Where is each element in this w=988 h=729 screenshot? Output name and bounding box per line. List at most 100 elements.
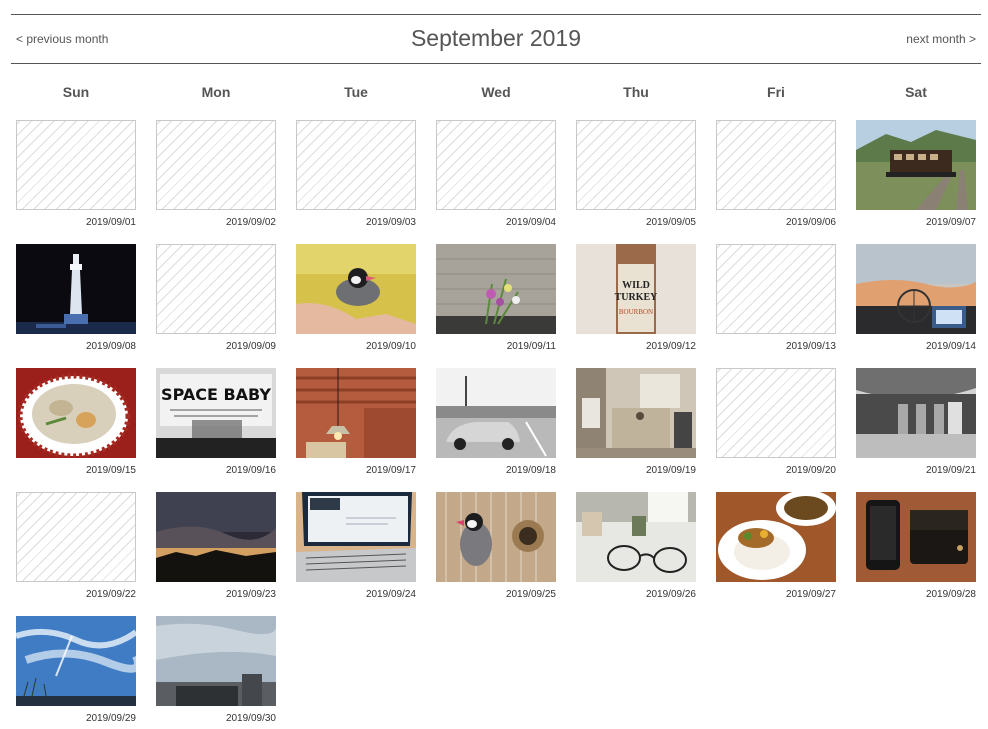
empty-photo-placeholder [716, 244, 836, 334]
empty-photo-placeholder [16, 120, 136, 210]
day-cell: 2019/09/01 [16, 120, 136, 235]
photo-thumbnail[interactable]: WILD TURKEY BOURBON [576, 244, 696, 334]
day-cell: 2019/09/25 [436, 492, 556, 607]
photo-thumbnail[interactable] [296, 368, 416, 458]
empty-photo-placeholder [156, 120, 276, 210]
calendar-header: < previous month September 2019 next mon… [11, 14, 981, 64]
photo-thumbnail[interactable] [856, 492, 976, 582]
day-date-label: 2019/09/30 [225, 713, 276, 724]
day-cell: 2019/09/28 [856, 492, 976, 607]
day-date-label: 2019/09/27 [785, 589, 836, 600]
photo-thumbnail[interactable] [156, 492, 276, 582]
day-cell: 2019/09/17 [296, 368, 416, 483]
weekday-label-tue: Tue [344, 84, 368, 100]
day-cell: 2019/09/10 [296, 244, 416, 359]
day-date-label: 2019/09/09 [225, 341, 276, 352]
day-cell: 2019/09/24 [296, 492, 416, 607]
day-cell: 2019/09/06 [716, 120, 836, 235]
day-cell: 2019/09/22 [16, 492, 136, 607]
day-date-label: 2019/09/06 [785, 217, 836, 228]
weekday-label-thu: Thu [623, 84, 649, 100]
photo-thumbnail[interactable] [436, 492, 556, 582]
day-cell: 2019/09/20 [716, 368, 836, 483]
photo-thumbnail[interactable] [296, 244, 416, 334]
day-date-label: 2019/09/23 [225, 589, 276, 600]
svg-text:TURKEY: TURKEY [615, 292, 659, 303]
photo-thumbnail[interactable] [576, 492, 696, 582]
photo-thumbnail[interactable] [16, 368, 136, 458]
day-cell: 2019/09/26 [576, 492, 696, 607]
day-date-label: 2019/09/03 [365, 217, 416, 228]
day-date-label: 2019/09/04 [505, 217, 556, 228]
day-cell: 2019/09/14 [856, 244, 976, 359]
day-date-label: 2019/09/26 [645, 589, 696, 600]
photo-thumbnail[interactable] [856, 368, 976, 458]
month-title: September 2019 [410, 25, 582, 51]
day-cell: 2019/09/21 [856, 368, 976, 483]
day-cell: 2019/09/29 [16, 616, 136, 729]
photo-thumbnail[interactable] [296, 492, 416, 582]
day-cell: 2019/09/03 [296, 120, 416, 235]
day-cell: 2019/09/13 [716, 244, 836, 359]
photo-thumbnail[interactable] [436, 368, 556, 458]
empty-photo-placeholder [716, 120, 836, 210]
day-date-label: 2019/09/08 [85, 341, 136, 352]
day-date-label: 2019/09/24 [365, 589, 416, 600]
svg-text:SPACE BABY: SPACE BABY [161, 385, 271, 404]
weekday-label-wed: Wed [481, 84, 511, 100]
svg-text:BOURBON: BOURBON [619, 308, 653, 316]
day-cell: 2019/09/11 [436, 244, 556, 359]
photo-thumbnail[interactable] [16, 616, 136, 706]
day-date-label: 2019/09/28 [925, 589, 976, 600]
day-cell: 2019/09/19 [576, 368, 696, 483]
day-cell: 2019/09/18 [436, 368, 556, 483]
day-date-label: 2019/09/10 [365, 341, 416, 352]
weekday-label-fri: Fri [767, 84, 785, 100]
calendar-grid: 2019/09/01 2019/09/02 2019/09/03 2019/09/04… [16, 120, 976, 729]
next-month-link[interactable]: next month > [906, 32, 976, 46]
day-cell: 2019/09/08 [16, 244, 136, 359]
day-date-label: 2019/09/25 [505, 589, 556, 600]
day-date-label: 2019/09/17 [365, 465, 416, 476]
day-cell: 2019/09/09 [156, 244, 276, 359]
day-date-label: 2019/09/12 [645, 341, 696, 352]
weekday-header-row: Sun Mon Tue Wed Thu Fri Sat [16, 84, 976, 102]
photo-thumbnail[interactable] [576, 368, 696, 458]
day-date-label: 2019/09/18 [505, 465, 556, 476]
day-date-label: 2019/09/05 [645, 217, 696, 228]
photo-thumbnail[interactable] [716, 492, 836, 582]
photo-thumbnail[interactable] [16, 244, 136, 334]
day-date-label: 2019/09/02 [225, 217, 276, 228]
day-date-label: 2019/09/11 [506, 341, 556, 352]
svg-text:WILD: WILD [622, 280, 650, 291]
weekday-label-mon: Mon [201, 84, 231, 100]
day-date-label: 2019/09/22 [85, 589, 136, 600]
empty-photo-placeholder [436, 120, 556, 210]
day-date-label: 2019/09/29 [85, 713, 136, 724]
empty-photo-placeholder [716, 368, 836, 458]
weekday-label-sun: Sun [62, 84, 90, 100]
day-cell: SPACE BABY 2019/09/16 [156, 368, 276, 483]
day-cell: 2019/09/27 [716, 492, 836, 607]
photo-thumbnail[interactable]: SPACE BABY [156, 368, 276, 458]
day-date-label: 2019/09/15 [85, 465, 136, 476]
day-date-label: 2019/09/19 [645, 465, 696, 476]
day-cell: 2019/09/15 [16, 368, 136, 483]
photo-thumbnail[interactable] [436, 244, 556, 334]
photo-thumbnail[interactable] [856, 244, 976, 334]
day-date-label: 2019/09/13 [785, 341, 836, 352]
empty-photo-placeholder [296, 120, 416, 210]
empty-photo-placeholder [156, 244, 276, 334]
day-cell: WILD TURKEY BOURBON 2019/09/12 [576, 244, 696, 359]
weekday-label-sat: Sat [905, 84, 927, 100]
day-date-label: 2019/09/07 [925, 217, 976, 228]
day-cell: 2019/09/04 [436, 120, 556, 235]
day-date-label: 2019/09/01 [85, 217, 136, 228]
photo-thumbnail[interactable] [856, 120, 976, 210]
day-date-label: 2019/09/16 [225, 465, 276, 476]
day-date-label: 2019/09/14 [925, 341, 976, 352]
empty-photo-placeholder [16, 492, 136, 582]
photo-thumbnail[interactable] [156, 616, 276, 706]
day-cell: 2019/09/07 [856, 120, 976, 235]
day-date-label: 2019/09/20 [785, 465, 836, 476]
